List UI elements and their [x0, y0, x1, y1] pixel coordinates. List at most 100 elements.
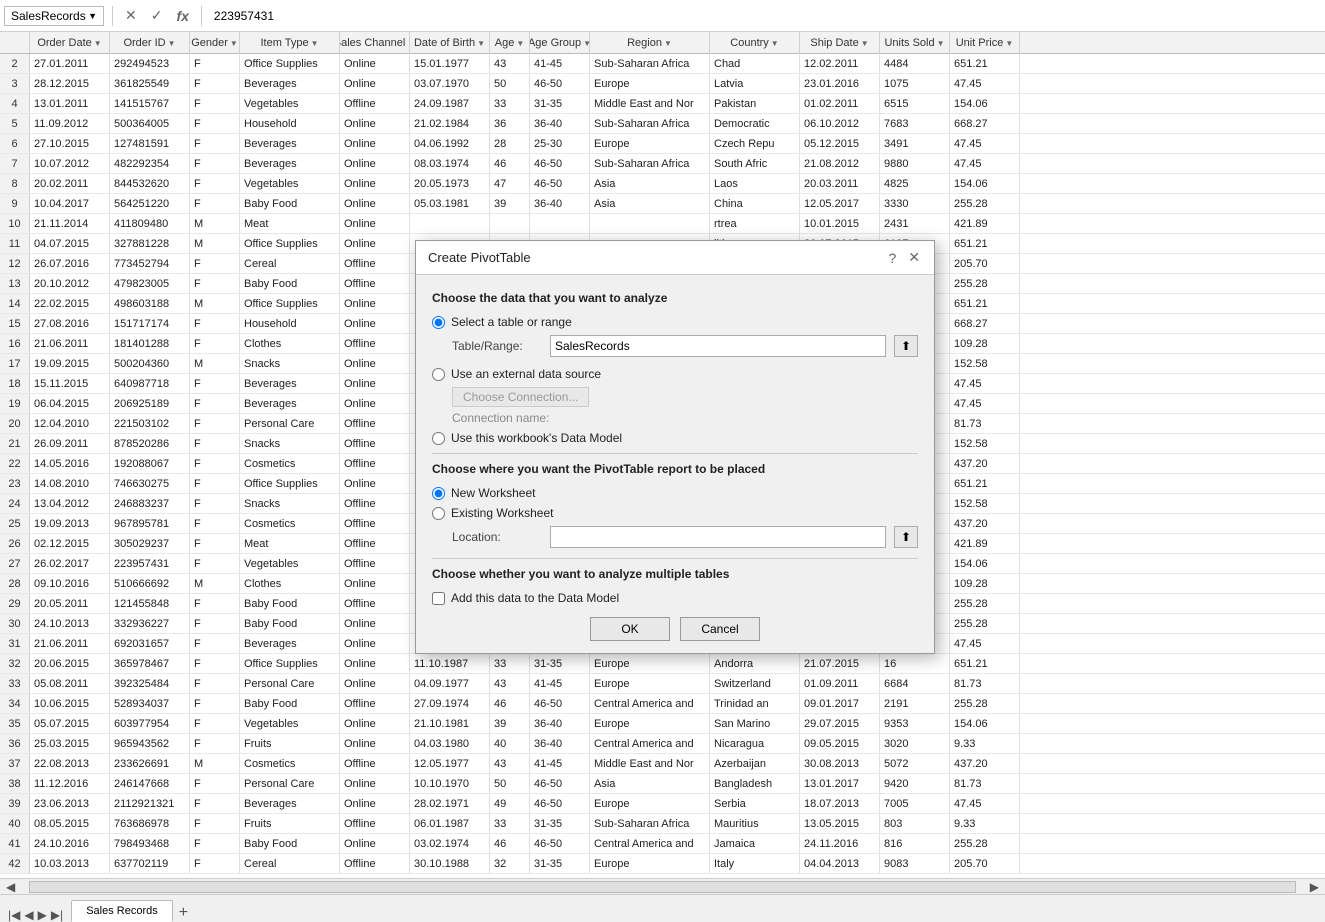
col-header-unit-price[interactable]: Unit Price ▼ [950, 32, 1020, 54]
grid-cell[interactable]: 2112921321 [110, 794, 190, 813]
grid-cell[interactable]: 13.04.2012 [30, 494, 110, 513]
grid-cell[interactable]: Online [340, 474, 410, 493]
grid-cell[interactable]: 651.21 [950, 654, 1020, 673]
grid-cell[interactable]: 18.07.2013 [800, 794, 880, 813]
name-box[interactable]: SalesRecords ▼ [4, 6, 104, 26]
grid-cell[interactable]: F [190, 714, 240, 733]
grid-cell[interactable]: Online [340, 714, 410, 733]
grid-cell[interactable]: 21.08.2012 [800, 154, 880, 173]
grid-cell[interactable]: 12.02.2011 [800, 54, 880, 73]
grid-cell[interactable]: 9.33 [950, 734, 1020, 753]
grid-cell[interactable]: F [190, 654, 240, 673]
grid-cell[interactable]: F [190, 94, 240, 113]
grid-cell[interactable]: 46 [490, 154, 530, 173]
grid-cell[interactable]: Office Supplies [240, 294, 340, 313]
grid-cell[interactable]: 9880 [880, 154, 950, 173]
grid-cell[interactable] [590, 214, 710, 233]
external-source-radio[interactable] [432, 368, 445, 381]
grid-cell[interactable]: Asia [590, 174, 710, 193]
grid-cell[interactable]: 20.05.1973 [410, 174, 490, 193]
grid-cell[interactable]: Beverages [240, 634, 340, 653]
grid-cell[interactable]: 9.33 [950, 814, 1020, 833]
grid-cell[interactable]: Online [340, 174, 410, 193]
grid-cell[interactable]: Baby Food [240, 614, 340, 633]
grid-cell[interactable]: Bangladesh [710, 774, 800, 793]
grid-cell[interactable]: 668.27 [950, 314, 1020, 333]
grid-cell[interactable]: 26.09.2011 [30, 434, 110, 453]
select-range-label[interactable]: Select a table or range [451, 315, 572, 329]
table-row[interactable]: 3410.06.2015528934037FBaby FoodOffline27… [0, 694, 1325, 714]
grid-cell[interactable]: 24.10.2016 [30, 834, 110, 853]
dialog-close-button[interactable]: ✕ [906, 249, 922, 266]
grid-cell[interactable]: 36-40 [530, 714, 590, 733]
grid-cell[interactable]: Snacks [240, 494, 340, 513]
grid-cell[interactable]: 878520286 [110, 434, 190, 453]
grid-cell[interactable]: Online [340, 294, 410, 313]
grid-cell[interactable] [530, 214, 590, 233]
grid-cell[interactable]: 43 [490, 754, 530, 773]
grid-cell[interactable]: Office Supplies [240, 474, 340, 493]
grid-cell[interactable]: 27.10.2015 [30, 134, 110, 153]
grid-cell[interactable]: M [190, 354, 240, 373]
grid-cell[interactable]: Democratic [710, 114, 800, 133]
grid-cell[interactable]: F [190, 54, 240, 73]
grid-cell[interactable]: Cereal [240, 254, 340, 273]
grid-cell[interactable]: Offline [340, 754, 410, 773]
grid-cell[interactable]: 305029237 [110, 534, 190, 553]
grid-cell[interactable]: Online [340, 314, 410, 333]
grid-cell[interactable]: Beverages [240, 374, 340, 393]
grid-cell[interactable]: Czech Repu [710, 134, 800, 153]
grid-cell[interactable]: 28 [490, 134, 530, 153]
grid-cell[interactable]: Europe [590, 714, 710, 733]
tab-nav-prev[interactable]: ◀ [24, 908, 33, 922]
grid-cell[interactable]: Jamaica [710, 834, 800, 853]
grid-cell[interactable]: 47.45 [950, 374, 1020, 393]
grid-cell[interactable]: Cosmetics [240, 754, 340, 773]
table-row[interactable]: 820.02.2011844532620FVegetablesOnline20.… [0, 174, 1325, 194]
grid-cell[interactable]: Europe [590, 794, 710, 813]
grid-cell[interactable]: Clothes [240, 334, 340, 353]
grid-cell[interactable]: 10.01.2015 [800, 214, 880, 233]
table-row[interactable]: 3220.06.2015365978467FOffice SuppliesOnl… [0, 654, 1325, 674]
grid-cell[interactable]: F [190, 314, 240, 333]
grid-cell[interactable]: 46-50 [530, 794, 590, 813]
grid-cell[interactable]: F [190, 134, 240, 153]
grid-cell[interactable]: Online [340, 674, 410, 693]
grid-cell[interactable]: 41-45 [530, 754, 590, 773]
grid-cell[interactable]: China [710, 194, 800, 213]
grid-cell[interactable]: 20.03.2011 [800, 174, 880, 193]
function-icon[interactable]: fx [172, 8, 192, 24]
col-header-dob[interactable]: Date of Birth ▼ [410, 32, 490, 54]
grid-cell[interactable]: Offline [340, 414, 410, 433]
grid-cell[interactable]: Online [340, 134, 410, 153]
grid-cell[interactable]: 11.12.2016 [30, 774, 110, 793]
grid-cell[interactable]: 246147668 [110, 774, 190, 793]
grid-cell[interactable]: 06.01.1987 [410, 814, 490, 833]
grid-cell[interactable]: 365978467 [110, 654, 190, 673]
grid-cell[interactable]: Sub-Saharan Africa [590, 814, 710, 833]
grid-cell[interactable]: 528934037 [110, 694, 190, 713]
grid-cell[interactable]: M [190, 214, 240, 233]
grid-cell[interactable]: M [190, 574, 240, 593]
grid-cell[interactable]: F [190, 394, 240, 413]
grid-cell[interactable]: 39 [490, 714, 530, 733]
grid-cell[interactable]: Household [240, 314, 340, 333]
grid-cell[interactable]: 13.01.2017 [800, 774, 880, 793]
grid-cell[interactable]: Fruits [240, 814, 340, 833]
grid-cell[interactable]: 109.28 [950, 574, 1020, 593]
grid-cell[interactable]: 10.10.1970 [410, 774, 490, 793]
data-model-label[interactable]: Use this workbook's Data Model [451, 431, 622, 445]
grid-cell[interactable]: 152.58 [950, 434, 1020, 453]
grid-cell[interactable]: Nicaragua [710, 734, 800, 753]
grid-cell[interactable]: F [190, 374, 240, 393]
grid-cell[interactable]: Online [340, 194, 410, 213]
table-row[interactable]: 227.01.2011292494523FOffice SuppliesOnli… [0, 54, 1325, 74]
grid-cell[interactable]: Baby Food [240, 594, 340, 613]
grid-cell[interactable]: 10.04.2017 [30, 194, 110, 213]
grid-cell[interactable]: F [190, 694, 240, 713]
grid-cell[interactable]: 651.21 [950, 54, 1020, 73]
grid-cell[interactable]: 27.09.1974 [410, 694, 490, 713]
existing-worksheet-radio[interactable] [432, 507, 445, 520]
grid-cell[interactable]: F [190, 674, 240, 693]
grid-cell[interactable]: Andorra [710, 654, 800, 673]
